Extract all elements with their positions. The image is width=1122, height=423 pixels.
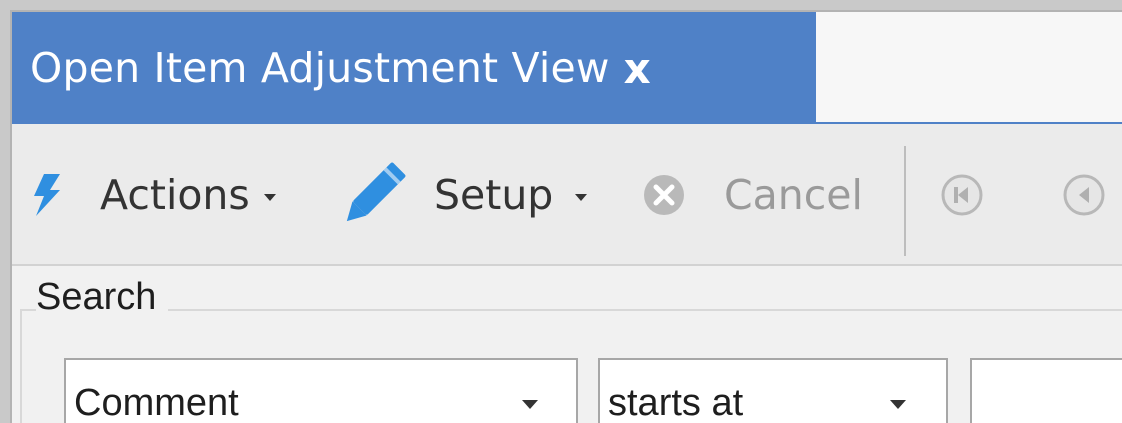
toolbar-separator	[904, 146, 906, 256]
close-icon[interactable]: x	[624, 44, 651, 93]
search-group-border	[20, 309, 1122, 311]
actions-label: Actions	[100, 171, 250, 219]
search-operator-select[interactable]: starts at	[598, 358, 948, 423]
previous-record-button[interactable]	[1062, 124, 1106, 266]
cancel-label: Cancel	[724, 171, 863, 219]
toolbar: Actions Setup Cancel	[12, 124, 1122, 266]
tab-strip: Open Item Adjustment View x	[12, 12, 1122, 124]
previous-record-icon	[1063, 174, 1105, 216]
app-window: Open Item Adjustment View x Actions Setu…	[10, 10, 1122, 423]
search-group-border-left	[20, 309, 22, 423]
search-field-value: Comment	[74, 382, 239, 423]
search-value-input[interactable]	[970, 358, 1122, 423]
search-group-title: Search	[36, 276, 169, 319]
chevron-down-icon	[575, 193, 588, 201]
lightning-icon	[34, 174, 60, 216]
tab-open-item-adjustment-view[interactable]: Open Item Adjustment View x	[12, 12, 816, 124]
search-operator-value: starts at	[608, 382, 744, 423]
search-field-select[interactable]: Comment	[64, 358, 578, 423]
setup-label: Setup	[434, 171, 554, 219]
setup-button[interactable]: Setup	[340, 124, 588, 266]
chevron-down-icon	[522, 400, 538, 409]
cancel-button[interactable]: Cancel	[642, 124, 863, 266]
pencil-icon	[346, 162, 406, 222]
first-record-button[interactable]	[940, 124, 984, 266]
actions-button[interactable]: Actions	[30, 124, 276, 266]
first-record-icon	[941, 174, 983, 216]
tab-title: Open Item Adjustment View	[30, 44, 610, 92]
cancel-icon	[644, 175, 684, 215]
chevron-down-icon	[263, 193, 276, 201]
chevron-down-icon	[890, 400, 906, 409]
